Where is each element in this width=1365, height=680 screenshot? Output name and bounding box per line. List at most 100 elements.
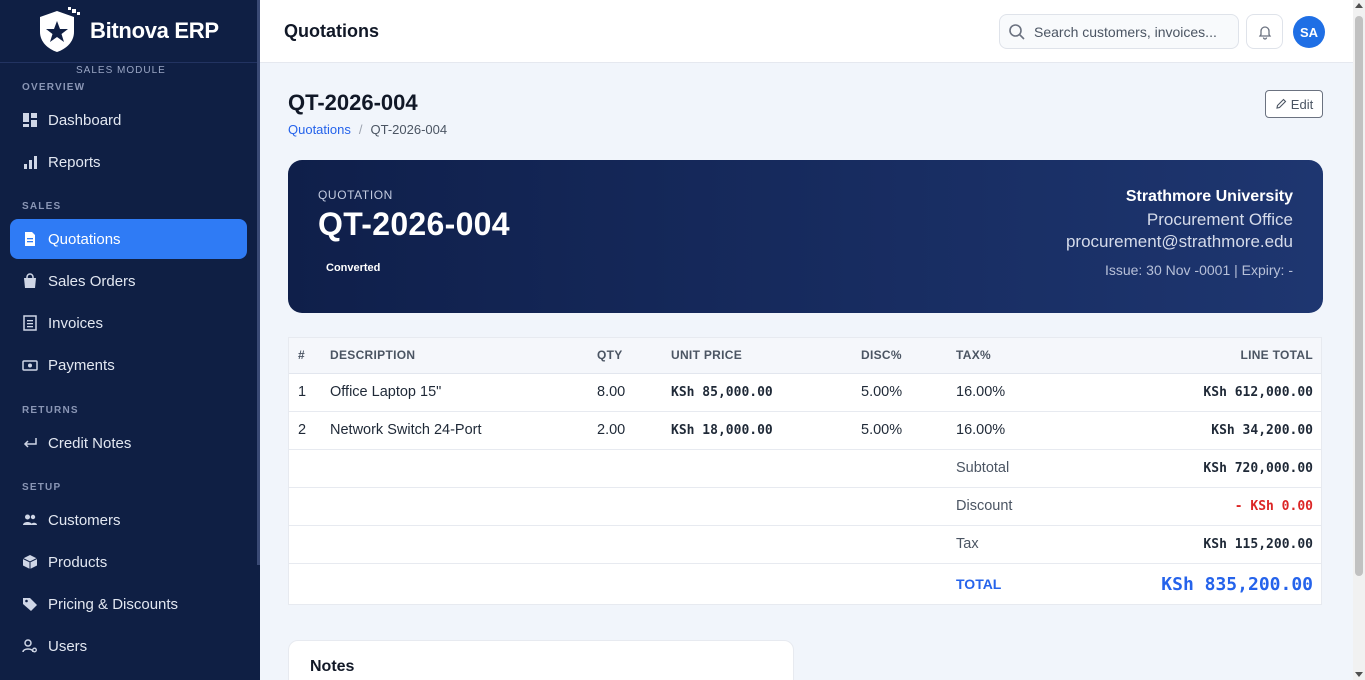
discount-label: Discount bbox=[956, 487, 1106, 526]
row-line-total: KSh 612,000.00 bbox=[1106, 373, 1321, 412]
sidebar-item-products[interactable]: Products bbox=[10, 542, 247, 582]
edit-button[interactable]: Edit bbox=[1265, 90, 1323, 118]
total-label: TOTAL bbox=[956, 576, 1002, 593]
search-input[interactable] bbox=[1034, 23, 1224, 40]
sidebar-item-label: Pricing & Discounts bbox=[48, 595, 179, 613]
avatar[interactable]: SA bbox=[1293, 16, 1325, 48]
discount-value: - KSh 0.00 bbox=[1106, 487, 1321, 526]
breadcrumb-quotations-link[interactable]: Quotations bbox=[288, 122, 351, 137]
col-qty: QTY bbox=[597, 338, 671, 374]
user-gear-icon bbox=[22, 638, 38, 654]
topbar: Quotations SA bbox=[260, 0, 1353, 63]
page-title: Quotations bbox=[284, 21, 379, 41]
subtotal-value: KSh 720,000.00 bbox=[1106, 449, 1321, 488]
tax-row: Tax KSh 115,200.00 bbox=[289, 525, 1321, 564]
quotation-dates: Issue: 30 Nov -0001 | Expiry: - bbox=[1104, 262, 1293, 278]
bell-icon bbox=[1258, 25, 1271, 40]
tag-icon bbox=[22, 596, 38, 612]
status-badge: Converted bbox=[326, 262, 381, 274]
sidebar-item-label: Credit Notes bbox=[48, 434, 132, 452]
row-qty: 8.00 bbox=[597, 373, 671, 412]
search-box[interactable] bbox=[999, 14, 1239, 49]
row-line-total: KSh 34,200.00 bbox=[1106, 411, 1321, 450]
col-tax: TAX% bbox=[956, 338, 1106, 374]
sidebar: Bitnova ERP SALES MODULE OVERVIEW Dashbo… bbox=[0, 0, 260, 680]
module-label: SALES MODULE bbox=[76, 65, 166, 76]
line-items-table: # DESCRIPTION QTY UNIT PRICE DISC% TAX% … bbox=[288, 337, 1322, 605]
col-index: # bbox=[289, 338, 330, 374]
sidebar-item-invoices[interactable]: Invoices bbox=[10, 303, 247, 343]
sidebar-scrollbar[interactable] bbox=[257, 0, 260, 565]
sidebar-item-label: Invoices bbox=[48, 314, 104, 332]
scroll-down-arrow-icon[interactable] bbox=[1355, 672, 1363, 677]
sidebar-item-users[interactable]: Users bbox=[10, 626, 247, 666]
sidebar-item-payments[interactable]: Payments bbox=[10, 345, 247, 385]
col-description: DESCRIPTION bbox=[330, 338, 597, 374]
row-unit-price: KSh 85,000.00 bbox=[671, 373, 861, 412]
box-icon bbox=[22, 554, 38, 570]
sidebar-item-pricing[interactable]: Pricing & Discounts bbox=[10, 584, 247, 624]
section-returns: RETURNS bbox=[22, 405, 79, 416]
section-overview: OVERVIEW bbox=[22, 82, 86, 93]
scroll-up-arrow-icon[interactable] bbox=[1355, 3, 1363, 8]
sidebar-item-label: Customers bbox=[48, 511, 121, 529]
section-sales: SALES bbox=[22, 201, 62, 212]
customer-email: procurement@strathmore.edu bbox=[1065, 232, 1293, 251]
dashboard-icon bbox=[22, 112, 38, 128]
customer-department: Procurement Office bbox=[1146, 210, 1293, 229]
row-qty: 2.00 bbox=[597, 411, 671, 450]
quotation-number: QT-2026-004 bbox=[318, 206, 510, 242]
quotation-heading: QT-2026-004 bbox=[288, 90, 418, 115]
row-unit-price: KSh 18,000.00 bbox=[671, 411, 861, 450]
document-type-label: QUOTATION bbox=[318, 188, 393, 202]
sidebar-item-dashboard[interactable]: Dashboard bbox=[10, 100, 247, 140]
shield-star-logo-icon bbox=[40, 7, 80, 52]
row-disc: 5.00% bbox=[861, 373, 956, 412]
row-index: 1 bbox=[289, 373, 330, 412]
breadcrumb-current: QT-2026-004 bbox=[370, 122, 448, 137]
bar-chart-icon bbox=[22, 154, 38, 170]
pencil-icon bbox=[1276, 98, 1287, 109]
brand-name: Bitnova ERP bbox=[90, 18, 219, 43]
table-header-row: # DESCRIPTION QTY UNIT PRICE DISC% TAX% … bbox=[289, 338, 1321, 374]
tax-label: Tax bbox=[956, 525, 1106, 564]
sidebar-item-label: Dashboard bbox=[48, 111, 122, 129]
row-tax: 16.00% bbox=[956, 373, 1106, 412]
col-disc: DISC% bbox=[861, 338, 956, 374]
sidebar-item-label: Sales Orders bbox=[48, 272, 136, 290]
notifications-button[interactable] bbox=[1246, 14, 1283, 49]
page-scrollbar[interactable] bbox=[1353, 0, 1365, 680]
sidebar-item-label: Quotations bbox=[48, 230, 121, 248]
users-icon bbox=[22, 512, 38, 528]
notes-title: Notes bbox=[310, 658, 355, 675]
tax-value: KSh 115,200.00 bbox=[1106, 525, 1321, 564]
customer-name: Strathmore University bbox=[1125, 188, 1293, 205]
subtotal-label: Subtotal bbox=[956, 449, 1106, 488]
sidebar-item-quotations[interactable]: Quotations bbox=[10, 219, 247, 259]
sidebar-item-customers[interactable]: Customers bbox=[10, 500, 247, 540]
return-arrow-icon bbox=[22, 435, 38, 451]
table-row: 1 Office Laptop 15" 8.00 KSh 85,000.00 5… bbox=[289, 373, 1321, 412]
notes-card: Notes bbox=[288, 640, 794, 680]
row-index: 2 bbox=[289, 411, 330, 450]
scrollbar-thumb[interactable] bbox=[1355, 16, 1363, 576]
quotation-summary-card: QUOTATION QT-2026-004 Converted Strathmo… bbox=[288, 160, 1323, 313]
row-description: Network Switch 24-Port bbox=[330, 411, 597, 450]
shopping-bag-icon bbox=[22, 273, 38, 289]
row-disc: 5.00% bbox=[861, 411, 956, 450]
customer-block: Strathmore University Procurement Office… bbox=[1066, 188, 1293, 278]
sidebar-item-label: Users bbox=[48, 637, 88, 655]
edit-label: Edit bbox=[1290, 96, 1314, 112]
table-row: 2 Network Switch 24-Port 2.00 KSh 18,000… bbox=[289, 411, 1321, 450]
sidebar-item-label: Reports bbox=[48, 153, 101, 171]
subtotal-row: Subtotal KSh 720,000.00 bbox=[289, 449, 1321, 488]
document-icon bbox=[22, 231, 38, 247]
cash-icon bbox=[22, 357, 38, 373]
sidebar-item-label: Payments bbox=[48, 356, 115, 374]
sidebar-item-reports[interactable]: Reports bbox=[10, 142, 247, 182]
search-icon bbox=[1009, 23, 1025, 40]
sidebar-item-credit-notes[interactable]: Credit Notes bbox=[10, 423, 247, 463]
brand[interactable]: Bitnova ERP SALES MODULE bbox=[0, 0, 260, 76]
sidebar-item-sales-orders[interactable]: Sales Orders bbox=[10, 261, 247, 301]
breadcrumb-separator: / bbox=[358, 122, 363, 137]
